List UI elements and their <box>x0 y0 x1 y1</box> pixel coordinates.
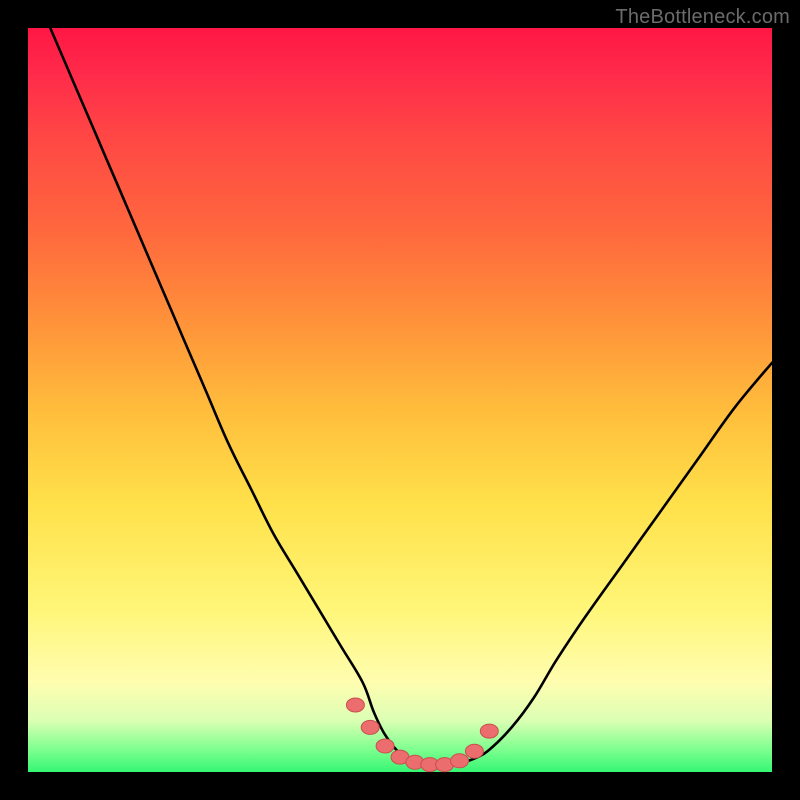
curve-markers <box>346 698 498 772</box>
curve-marker <box>361 720 379 734</box>
chart-frame: TheBottleneck.com <box>0 0 800 800</box>
curve-svg <box>28 28 772 772</box>
curve-marker <box>451 754 469 768</box>
curve-marker <box>480 724 498 738</box>
curve-marker <box>465 744 483 758</box>
curve-marker <box>376 739 394 753</box>
bottleneck-curve <box>50 28 772 765</box>
watermark-text: TheBottleneck.com <box>615 6 790 29</box>
curve-marker <box>346 698 364 712</box>
plot-area <box>28 28 772 772</box>
